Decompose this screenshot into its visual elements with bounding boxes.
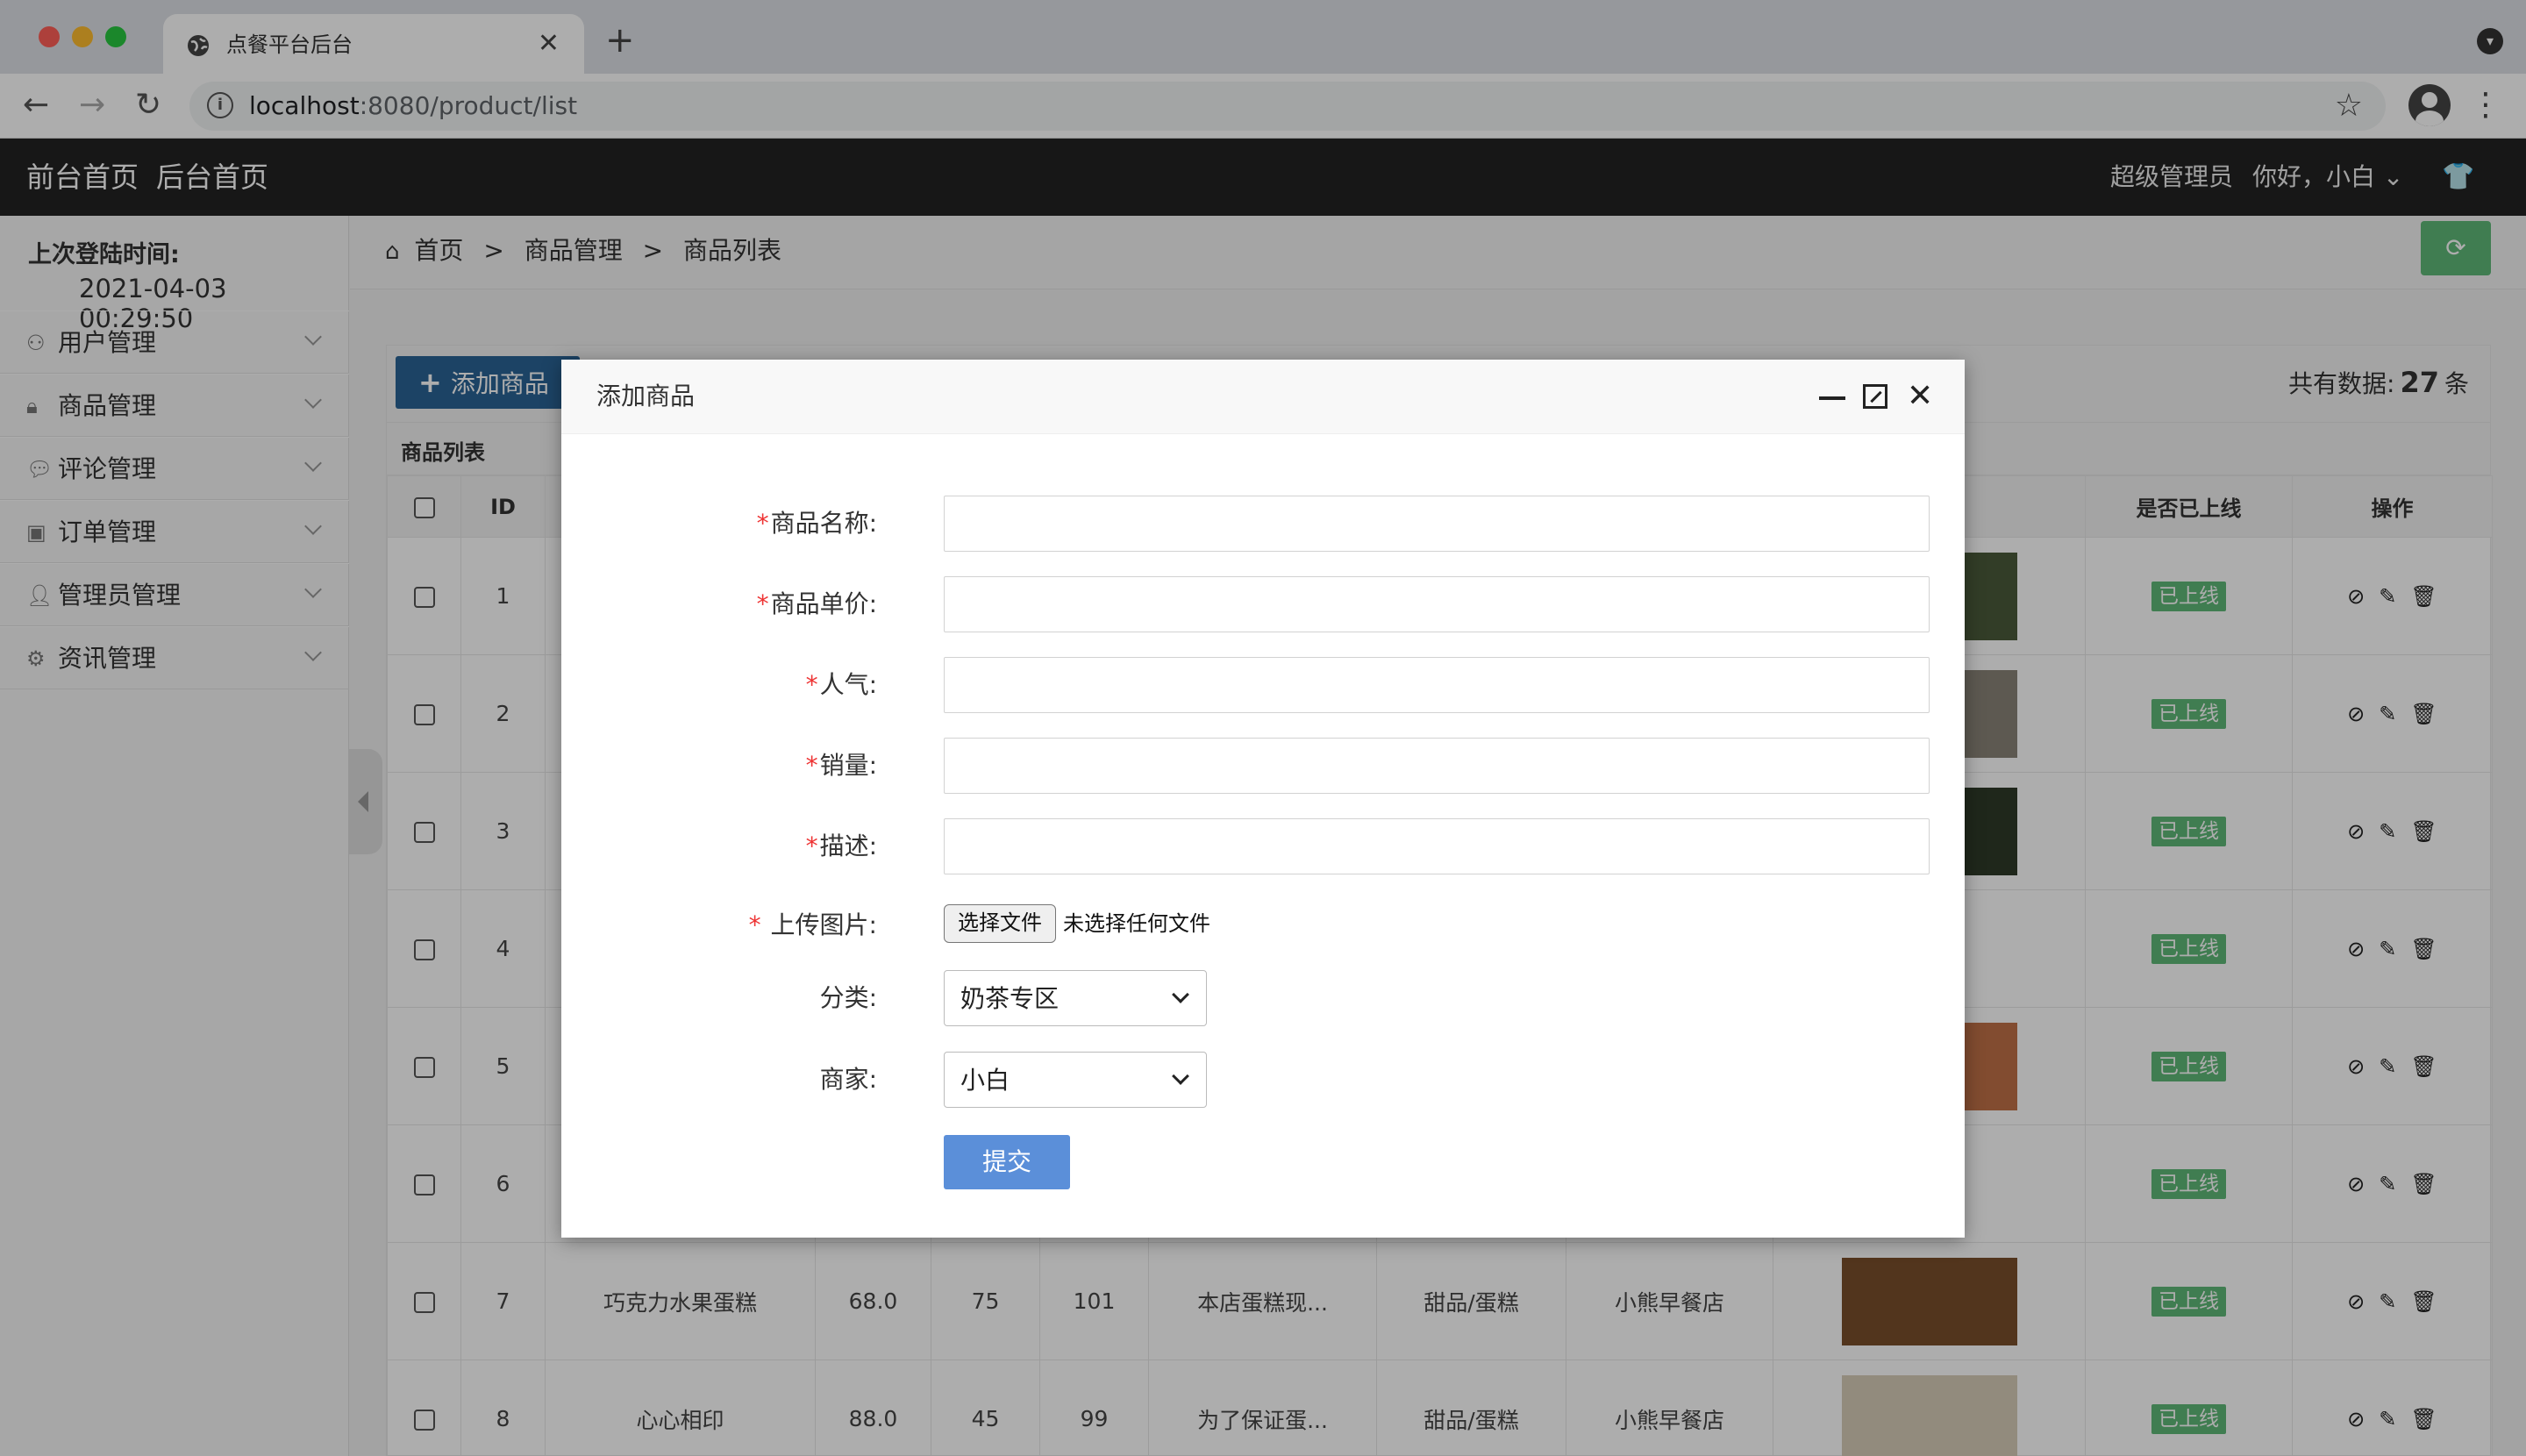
form-row-name: *商品名称: bbox=[561, 496, 1965, 552]
merchant-select[interactable]: 小白 bbox=[944, 1052, 1207, 1108]
form-row-sales: *销量: bbox=[561, 738, 1965, 794]
chevron-down-icon bbox=[1172, 986, 1189, 1003]
product-name-input[interactable] bbox=[944, 496, 1930, 552]
form-row-description: *描述: bbox=[561, 818, 1965, 874]
form-row-category: 分类: 奶茶专区 bbox=[561, 970, 1965, 1026]
file-status: 未选择任何文件 bbox=[1063, 911, 1210, 936]
description-input[interactable] bbox=[944, 818, 1930, 874]
close-icon[interactable]: ✕ bbox=[1907, 377, 1933, 416]
popularity-input[interactable] bbox=[944, 657, 1930, 713]
product-price-input[interactable] bbox=[944, 576, 1930, 632]
choose-file-button[interactable]: 选择文件 bbox=[944, 904, 1056, 943]
maximize-icon[interactable] bbox=[1863, 384, 1887, 409]
dialog-title: 添加商品 bbox=[596, 382, 696, 410]
form-row-upload: * 上传图片: 选择文件 未选择任何文件 bbox=[561, 901, 1965, 957]
chevron-down-icon bbox=[1172, 1067, 1189, 1085]
category-select[interactable]: 奶茶专区 bbox=[944, 970, 1207, 1026]
add-product-dialog: 添加商品 ✕ *商品名称: *商品单价: *人气: *销量: *描述: * 上传… bbox=[561, 360, 1965, 1238]
form-row-popularity: *人气: bbox=[561, 657, 1965, 713]
submit-button[interactable]: 提交 bbox=[944, 1135, 1070, 1189]
form-row-merchant: 商家: 小白 bbox=[561, 1052, 1965, 1108]
sales-input[interactable] bbox=[944, 738, 1930, 794]
minimize-icon[interactable] bbox=[1819, 396, 1845, 400]
form-row-price: *商品单价: bbox=[561, 576, 1965, 632]
